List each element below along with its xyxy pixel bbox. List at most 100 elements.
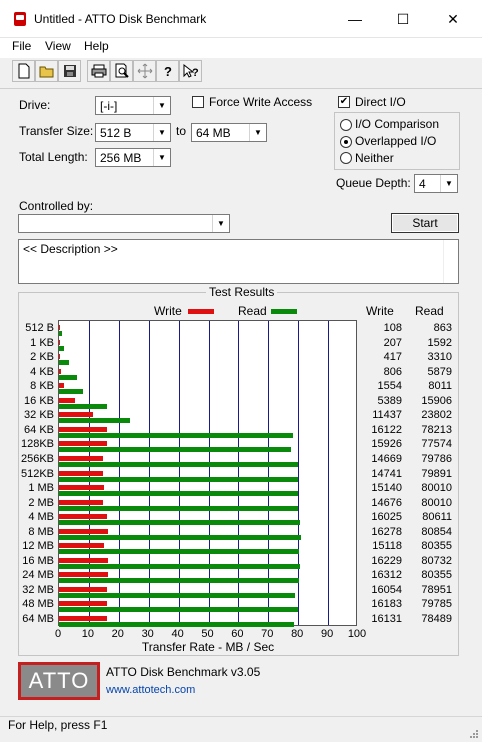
write-value: 14669	[371, 452, 402, 465]
category-label: 2 KB	[30, 351, 54, 364]
category-label: 64 MB	[22, 613, 54, 625]
read-column-header: Read	[415, 304, 444, 318]
read-value: 79785	[421, 598, 452, 611]
menu-file[interactable]: File	[12, 39, 31, 53]
write-bar	[59, 586, 107, 592]
neither-radio[interactable]	[340, 152, 352, 164]
category-label: 4 MB	[28, 511, 54, 524]
io-comparison-radio[interactable]	[340, 119, 352, 131]
chevron-down-icon: ▼	[440, 175, 457, 192]
category-label: 16 MB	[22, 554, 54, 567]
x-axis-label: Transfer Rate - MB / Sec	[141, 640, 275, 654]
read-value: 5879	[427, 365, 452, 378]
write-value: 16054	[371, 583, 402, 596]
write-bar	[59, 485, 105, 491]
x-tick-label: 100	[347, 628, 367, 640]
help-icon[interactable]: ?	[156, 60, 179, 82]
queue-depth-label: Queue Depth:	[336, 176, 411, 190]
chart-plot-area	[58, 320, 357, 627]
menu-view[interactable]: View	[45, 39, 71, 53]
read-bar	[59, 374, 77, 380]
status-text: For Help, press F1	[8, 718, 108, 732]
force-write-checkbox[interactable]	[192, 96, 204, 108]
print-preview-icon[interactable]	[110, 60, 133, 82]
overlapped-io-radio[interactable]	[340, 136, 352, 148]
read-bar	[59, 418, 131, 424]
category-label: 1 KB	[30, 336, 54, 349]
write-value: 16122	[371, 423, 402, 436]
read-bar	[59, 505, 299, 511]
read-value: 80355	[421, 540, 452, 553]
write-value: 5389	[377, 394, 402, 407]
context-help-icon[interactable]: ?	[179, 60, 202, 82]
x-tick-label: 20	[111, 628, 124, 640]
write-bar	[59, 426, 108, 432]
legend-write-label: Write	[154, 304, 182, 318]
description-box[interactable]: << Description >>	[18, 239, 459, 284]
minimize-button[interactable]: —	[332, 0, 378, 38]
print-icon[interactable]	[87, 60, 110, 82]
read-bar	[59, 491, 299, 497]
transfer-from-select[interactable]: 512 B ▼	[95, 123, 171, 142]
queue-depth-select[interactable]: 4 ▼	[414, 174, 458, 193]
read-value: 80010	[421, 482, 452, 495]
save-icon[interactable]	[58, 60, 81, 82]
read-value: 78951	[421, 583, 452, 596]
drive-value: [-i-]	[100, 99, 118, 113]
svg-text:?: ?	[164, 64, 172, 78]
write-bar	[59, 514, 107, 520]
read-value: 77574	[421, 438, 452, 451]
legend-read-label: Read	[238, 304, 267, 318]
x-tick-label: 60	[231, 628, 244, 640]
close-button[interactable]: ✕	[430, 0, 476, 38]
move-icon[interactable]	[133, 60, 156, 82]
read-value: 15906	[421, 394, 452, 407]
total-length-select[interactable]: 256 MB ▼	[95, 148, 171, 167]
overlapped-io-label: Overlapped I/O	[355, 134, 437, 148]
controlled-by-label: Controlled by:	[19, 199, 94, 213]
read-bar	[59, 360, 69, 366]
product-link[interactable]: www.attotech.com	[106, 684, 195, 696]
grid-line	[328, 321, 329, 625]
read-value: 1592	[427, 336, 452, 349]
description-scrollbar[interactable]	[443, 240, 458, 283]
write-bar	[59, 557, 108, 563]
read-value: 8011	[428, 380, 452, 393]
read-bar	[59, 622, 294, 627]
write-value: 15140	[371, 482, 402, 495]
write-bar	[59, 412, 94, 418]
product-name: ATTO Disk Benchmark v3.05	[106, 665, 261, 679]
menu-help[interactable]: Help	[84, 39, 109, 53]
read-value: 80355	[421, 569, 452, 582]
drive-select[interactable]: [-i-] ▼	[95, 96, 171, 115]
window-title: Untitled - ATTO Disk Benchmark	[34, 12, 207, 26]
chevron-down-icon: ▼	[153, 97, 170, 114]
new-file-icon[interactable]	[12, 60, 35, 82]
category-label: 8 MB	[28, 525, 54, 538]
transfer-size-label: Transfer Size:	[19, 124, 94, 138]
transfer-to-value: 64 MB	[196, 126, 231, 140]
read-bar	[59, 403, 107, 409]
open-folder-icon[interactable]	[35, 60, 58, 82]
category-label: 1 MB	[28, 482, 54, 495]
write-value: 16131	[371, 613, 402, 625]
write-value: 16183	[371, 598, 402, 611]
legend-write-swatch	[188, 309, 214, 314]
chevron-down-icon: ▼	[153, 149, 170, 166]
maximize-button[interactable]: ☐	[380, 0, 426, 38]
read-value: 79786	[421, 452, 452, 465]
read-bar	[59, 592, 296, 598]
write-bar	[59, 601, 108, 607]
resize-grip-icon[interactable]	[468, 728, 478, 738]
write-bar	[59, 441, 107, 447]
write-bar	[59, 339, 60, 345]
controlled-by-select[interactable]: ▼	[18, 214, 230, 233]
x-tick-label: 90	[320, 628, 334, 640]
read-bar	[59, 331, 62, 336]
x-tick-label: 30	[141, 628, 154, 640]
write-bar	[59, 455, 103, 461]
start-button[interactable]: Start	[391, 213, 459, 233]
direct-io-checkbox[interactable]: ✔	[338, 96, 350, 108]
write-bar	[59, 543, 105, 549]
transfer-to-select[interactable]: 64 MB ▼	[191, 123, 267, 142]
